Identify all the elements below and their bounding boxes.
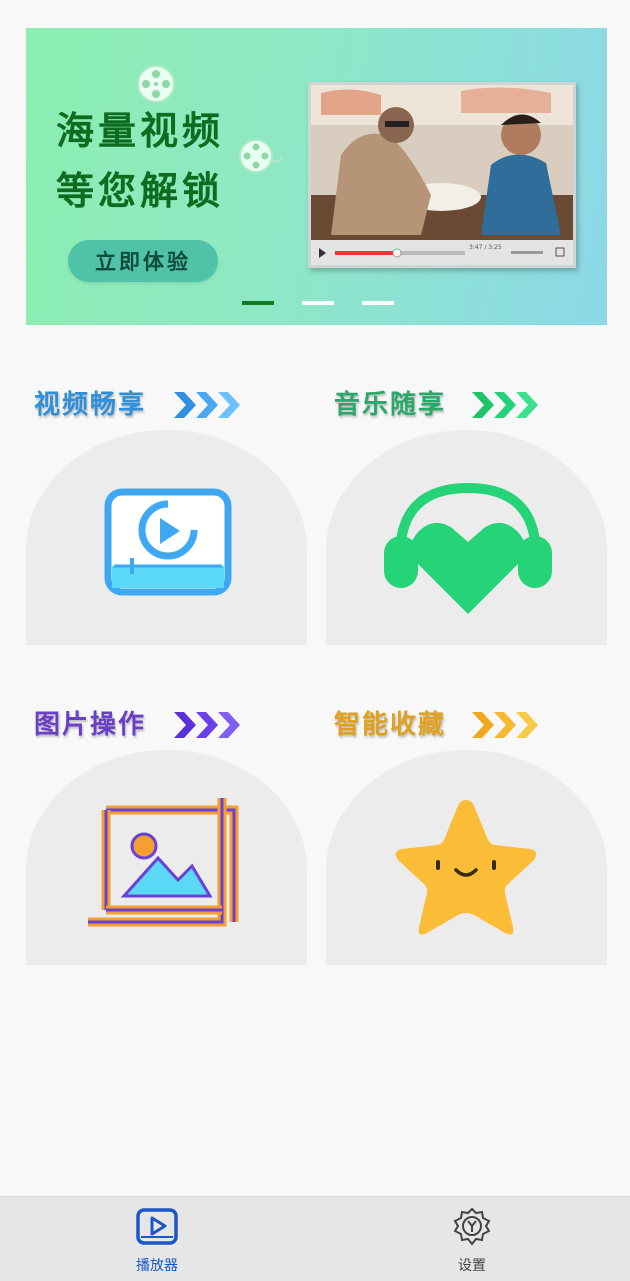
feature-title: 视频畅享: [34, 390, 147, 420]
video-still-image: [311, 85, 573, 265]
feature-music[interactable]: 音乐随享: [326, 384, 607, 645]
promo-banner[interactable]: 海量视频 等您解锁 立即体验 3:47 / 3:25: [26, 28, 607, 325]
feature-card[interactable]: [26, 750, 307, 965]
feature-title: 图片操作: [34, 710, 147, 740]
banner-headline-1: 海量视频: [56, 108, 225, 153]
heart-headphones-icon: [384, 482, 552, 614]
carousel-dot[interactable]: [362, 301, 394, 305]
feature-title: 音乐随享: [334, 390, 447, 420]
feature-image[interactable]: 图片操作: [26, 704, 307, 965]
feature-favorites[interactable]: 智能收藏: [326, 704, 607, 965]
chevrons-right-icon: [174, 712, 240, 738]
settings-gear-icon: [453, 1207, 491, 1246]
nav-item-settings[interactable]: 设置: [422, 1207, 522, 1275]
player-icon: [136, 1208, 178, 1245]
carousel-dot[interactable]: [302, 301, 334, 305]
video-preview: 3:47 / 3:25: [308, 82, 576, 268]
video-play-icon: [104, 488, 232, 596]
carousel-dot[interactable]: [242, 301, 274, 305]
bottom-nav: 播放器 设置: [0, 1196, 630, 1281]
nav-label: 设置: [458, 1258, 486, 1274]
smiling-star-icon: [395, 800, 537, 935]
feature-video[interactable]: 视频畅享: [26, 384, 307, 645]
chevrons-right-icon: [174, 392, 240, 418]
video-time-readout: 3:47 / 3:25: [469, 244, 502, 251]
nav-label: 播放器: [136, 1258, 178, 1274]
chevrons-right-icon: [472, 712, 538, 738]
nav-item-player[interactable]: 播放器: [107, 1207, 207, 1275]
image-crop-icon: [88, 798, 239, 927]
feature-title: 智能收藏: [334, 710, 447, 740]
feature-card[interactable]: [26, 430, 307, 645]
try-now-button[interactable]: 立即体验: [68, 240, 218, 282]
banner-headline-2: 等您解锁: [56, 168, 225, 213]
chevrons-right-icon: [472, 392, 538, 418]
carousel-indicator: [242, 301, 394, 305]
feature-card[interactable]: [326, 430, 607, 645]
film-reel-icon: [239, 139, 282, 173]
feature-card[interactable]: [326, 750, 607, 965]
